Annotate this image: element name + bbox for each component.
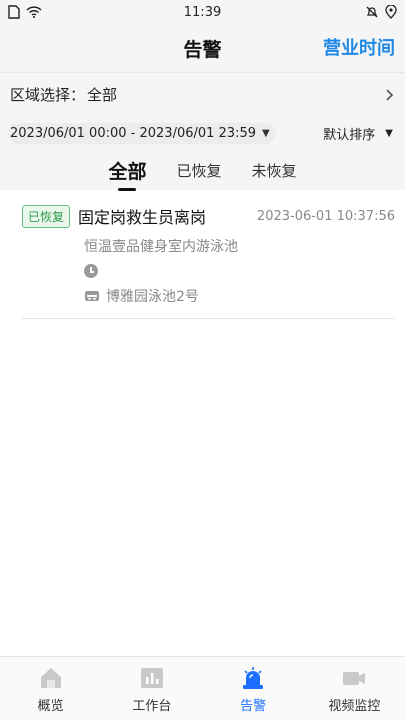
- status-bar: 11:39: [0, 0, 405, 24]
- status-left: [8, 5, 68, 19]
- tabbar-alarm[interactable]: 告警: [203, 657, 304, 720]
- home-icon: [40, 668, 61, 688]
- tabbar-overview-label: 概览: [37, 699, 64, 714]
- alarm-pool-row: 博雅园泳池2号: [84, 286, 395, 306]
- tab-recovered[interactable]: 已恢复: [161, 160, 236, 181]
- region-value: 全部: [87, 86, 118, 104]
- header: 告警 营业时间: [0, 24, 405, 72]
- pool-icon: [85, 291, 99, 301]
- location-icon: [385, 5, 397, 19]
- tab-unrecovered[interactable]: 未恢复: [237, 160, 312, 181]
- status-badge: 已恢复: [22, 204, 71, 228]
- tabbar-workbench-label: 工作台: [132, 699, 172, 714]
- mute-bell-icon: [366, 6, 378, 18]
- sort-label: 默认排序: [323, 127, 376, 143]
- clock-icon: [84, 264, 98, 278]
- alarm-clock-row: [84, 262, 395, 280]
- date-range-text: 2023/06/01 00:00 - 2023/06/01 23:59: [10, 125, 257, 141]
- workbench-icon: [140, 668, 163, 688]
- alarm-time: 2023-06-01 10:37:56: [256, 208, 395, 224]
- tab-all[interactable]: 全部: [93, 157, 161, 184]
- alarm-venue: 恒温壹品健身室内游泳池: [84, 239, 238, 255]
- chevron-right-icon: [386, 88, 394, 101]
- tabbar-video[interactable]: 视频监控: [304, 657, 405, 720]
- status-time: 11:39: [183, 4, 222, 20]
- sort-dropdown[interactable]: 默认排序 ▼: [323, 124, 393, 143]
- sim-icon: [8, 5, 20, 19]
- alarm-pool: 博雅园泳池2号: [106, 289, 199, 305]
- page-title: 告警: [183, 38, 222, 61]
- region-selector[interactable]: 区域选择： 全部: [0, 72, 405, 116]
- business-hours-button[interactable]: 营业时间: [323, 34, 395, 60]
- region-text: 区域选择： 全部: [10, 84, 117, 105]
- wifi-icon: [26, 6, 42, 18]
- caret-down-icon: ▼: [262, 127, 270, 139]
- filter-bar: 2023/06/01 00:00 - 2023/06/01 23:59 ▼ 默认…: [0, 116, 405, 150]
- status-right: [337, 5, 397, 19]
- region-label: 区域选择：: [10, 86, 86, 104]
- tabbar-workbench[interactable]: 工作台: [101, 657, 202, 720]
- tabbar-alarm-label: 告警: [240, 699, 267, 714]
- date-range-picker[interactable]: 2023/06/01 00:00 - 2023/06/01 23:59 ▼: [8, 122, 276, 144]
- bottom-tabbar: 概览 工作台 告警 视频监控: [0, 656, 405, 720]
- alarm-header: 已恢复 固定岗救生员离岗 2023-06-01 10:37:56: [22, 204, 395, 228]
- alarm-item[interactable]: 已恢复 固定岗救生员离岗 2023-06-01 10:37:56 恒温壹品健身室…: [22, 190, 395, 319]
- camera-icon: [343, 672, 366, 685]
- status-tabs: 全部 已恢复 未恢复: [0, 150, 405, 190]
- caret-down-icon: ▼: [385, 127, 393, 139]
- tabbar-video-label: 视频监控: [328, 699, 381, 714]
- alarm-list: 已恢复 固定岗救生员离岗 2023-06-01 10:37:56 恒温壹品健身室…: [0, 190, 405, 319]
- alarm-title: 固定岗救生员离岗: [78, 208, 207, 227]
- tabbar-overview[interactable]: 概览: [0, 657, 101, 720]
- alarm-icon: [243, 667, 264, 689]
